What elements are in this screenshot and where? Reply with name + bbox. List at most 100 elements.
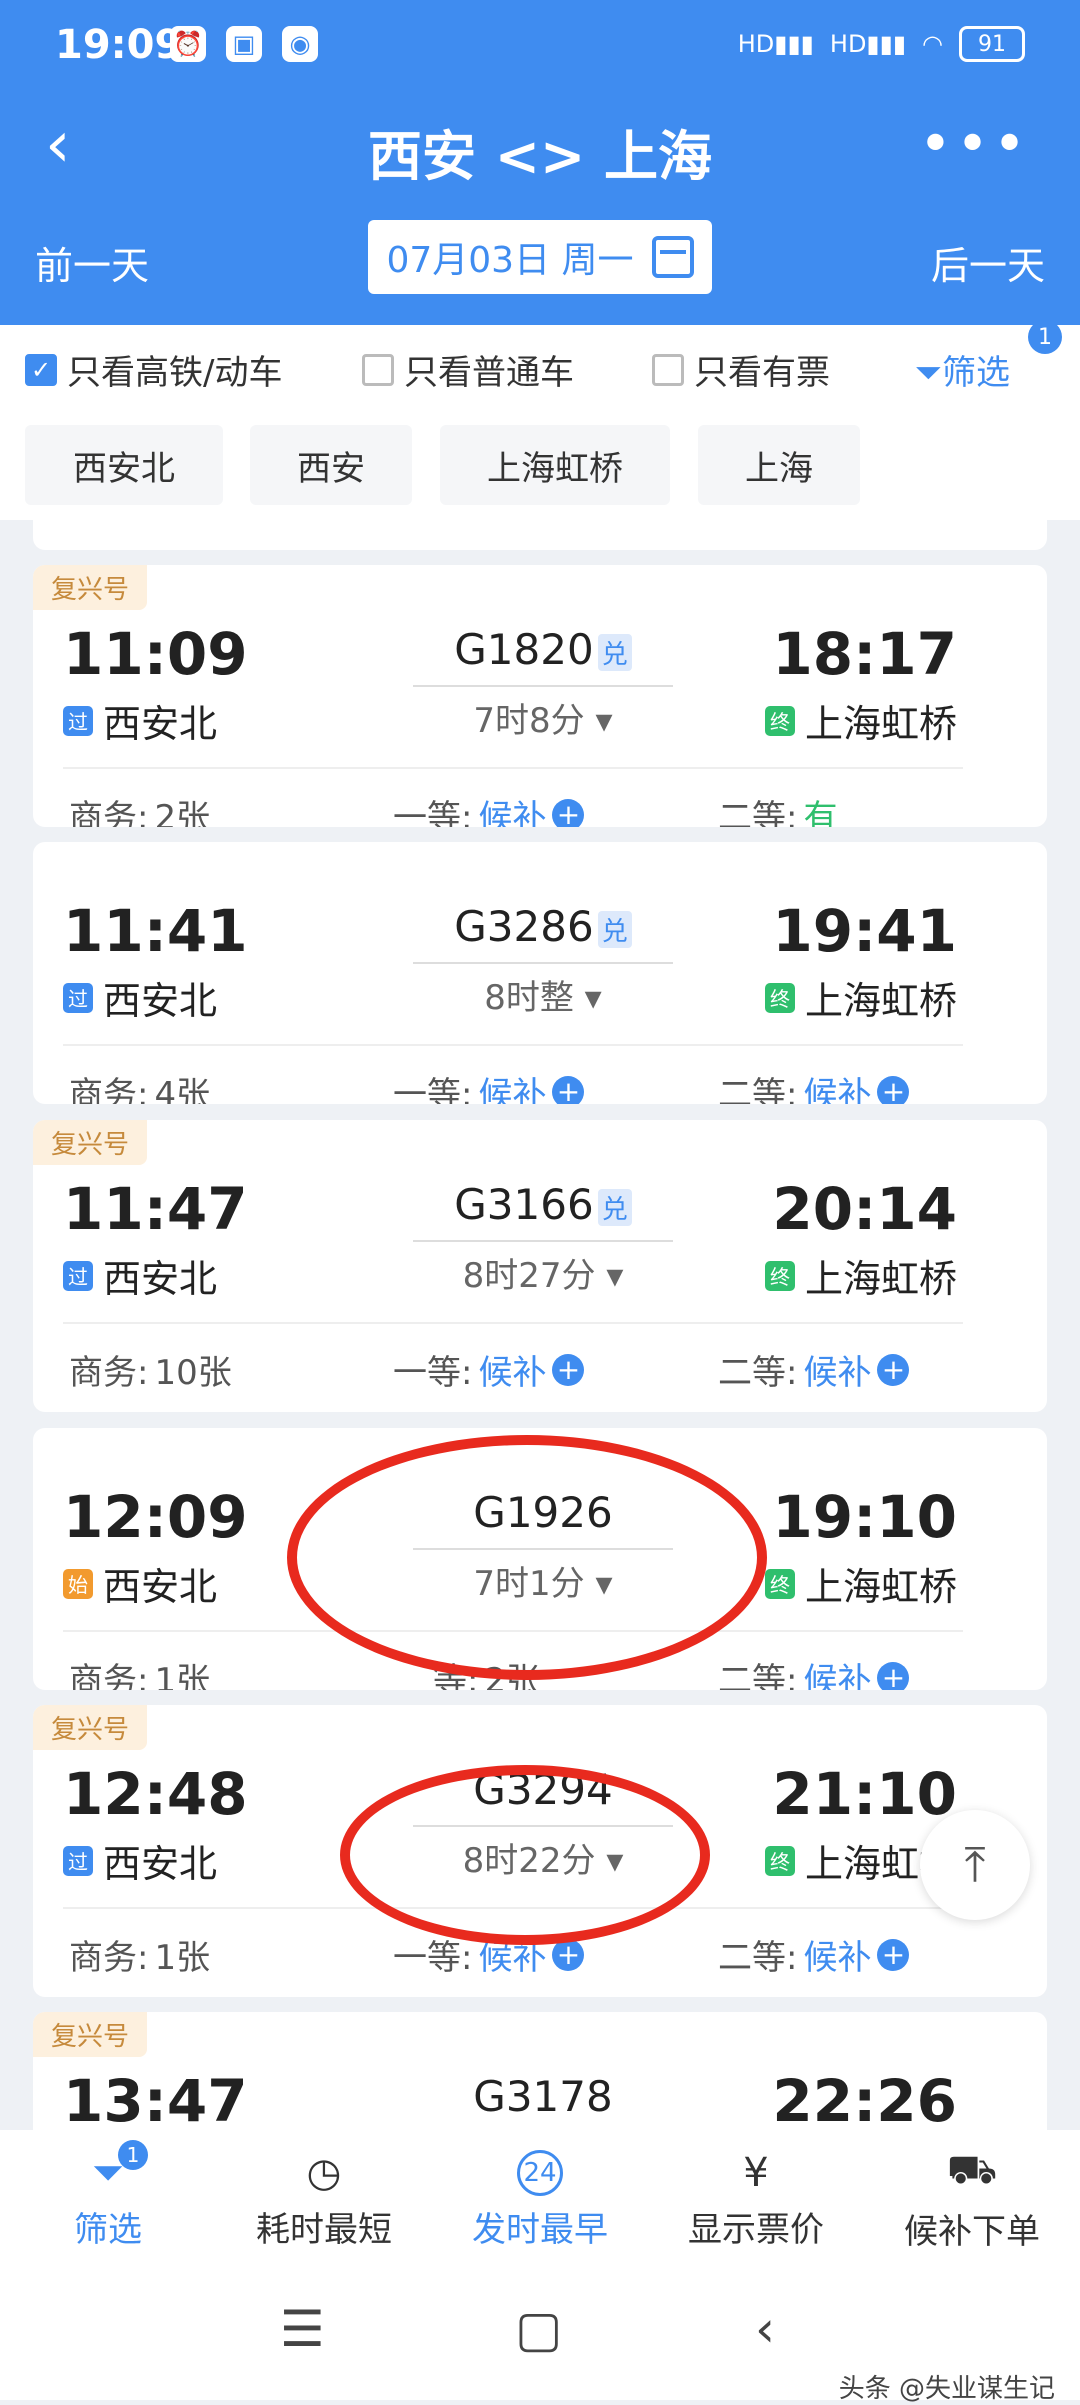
departure-time: 11:41 — [63, 897, 248, 965]
fuxing-badge: 复兴号 — [33, 2012, 148, 2057]
station-chip-xian[interactable]: 西安 — [250, 425, 412, 505]
station-chip-xian-north[interactable]: 西安北 — [25, 425, 223, 505]
yen-icon: ¥ — [743, 2149, 769, 2196]
calendar-icon — [651, 236, 694, 278]
seat-business: 商务: 1张 — [69, 1938, 211, 1978]
pass-tag: 过 — [63, 1260, 93, 1291]
status-time: 19:09 — [55, 22, 183, 68]
station-chip-shanghai[interactable]: 上海 — [698, 425, 860, 505]
filter-high-speed-only[interactable]: ✓ 只看高铁/动车 — [25, 345, 282, 394]
departure-station: 过西安北 — [63, 693, 217, 748]
stopwatch-icon: ◷ — [306, 2149, 342, 2196]
arrival-time: 18:17 — [772, 620, 957, 688]
seat-business: 商务: 1张 — [69, 1661, 211, 1690]
seat-second-class[interactable]: 二等: 候补 + — [718, 1067, 910, 1104]
plus-icon: + — [552, 1075, 585, 1104]
annotation-circle — [340, 1765, 710, 1945]
seat-second-class[interactable]: 二等: 候补 + — [718, 1653, 910, 1690]
arrival-station: 终上海虹桥 — [764, 1248, 957, 1303]
more-button[interactable]: ••• — [919, 112, 1030, 177]
arrival-time: 22:26 — [772, 2067, 957, 2130]
arrival-station: 终上海虹桥 — [764, 693, 957, 748]
seat-second-class[interactable]: 二等: 候补 + — [718, 1345, 910, 1394]
checkbox-icon: ✓ — [25, 353, 57, 386]
menu-icon[interactable]: ☰ — [280, 2300, 325, 2358]
duration[interactable]: 7时8分 ▾ — [413, 693, 673, 742]
station-chip-shanghai-hongqiao[interactable]: 上海虹桥 — [440, 425, 670, 505]
funnel-icon: ⏷ — [914, 353, 942, 393]
seat-business: 商务: 2张 — [69, 798, 211, 827]
departure-station: 始西安北 — [63, 1556, 217, 1611]
terminal-tag: 终 — [764, 705, 795, 736]
redeem-badge: 兑 — [597, 911, 632, 948]
departure-time: 13:47 — [63, 2067, 248, 2130]
train-card[interactable]: 复兴号 13:47 G3178 22:26 — [33, 2012, 1047, 2130]
annotation-circle — [287, 1435, 767, 1680]
arrival-station: 终上海虹桥 — [764, 970, 957, 1025]
plus-icon: + — [877, 1075, 910, 1104]
divider — [413, 685, 673, 687]
filter-button[interactable]: ⏷筛选 — [915, 345, 1010, 394]
nav-filter[interactable]: ⏷ 筛选 1 — [0, 2130, 216, 2270]
departure-time: 11:09 — [63, 620, 248, 688]
seat-business: 商务: 4张 — [69, 1075, 211, 1104]
app-notification-icon: ▣ — [226, 26, 262, 62]
departure-station: 过西安北 — [63, 1833, 217, 1888]
pass-tag: 过 — [63, 982, 93, 1013]
seat-first-class[interactable]: 一等: 候补 + — [393, 790, 585, 827]
nav-waitlist-order[interactable]: ⛟ 候补下单 — [864, 2130, 1080, 2270]
filter-available-only[interactable]: 只看有票 — [652, 345, 830, 394]
duration[interactable]: 8时27分 ▾ — [413, 1248, 673, 1297]
prev-day-button[interactable]: 前一天 — [35, 235, 149, 290]
divider — [63, 767, 963, 769]
pass-tag: 过 — [63, 1845, 93, 1876]
scroll-to-top-button[interactable]: ⤒ — [920, 1810, 1030, 1920]
seat-first-class[interactable]: 一等: 候补 + — [393, 1345, 585, 1394]
train-number: G3286 兑 — [413, 902, 673, 951]
back-icon[interactable]: ‹ — [755, 2300, 775, 2358]
date-picker[interactable]: 07月03日 周一 — [368, 220, 712, 294]
departure-station: 过西安北 — [63, 1248, 217, 1303]
divider — [63, 1044, 963, 1046]
train-number: G1820 兑 — [413, 625, 673, 674]
fuxing-badge: 复兴号 — [33, 1120, 148, 1165]
next-day-button[interactable]: 后一天 — [931, 235, 1045, 290]
plus-icon: + — [552, 798, 585, 827]
wifi-icon: ◠ — [922, 30, 943, 58]
pass-tag: 过 — [63, 705, 93, 736]
departure-time: 12:48 — [63, 1760, 248, 1828]
departure-time: 12:09 — [63, 1483, 248, 1551]
seat-first-class[interactable]: 一等: 候补 + — [393, 1067, 585, 1104]
app-notification-icon-2: ◉ — [282, 26, 318, 62]
redeem-badge: 兑 — [597, 634, 632, 671]
terminal-tag: 终 — [764, 1260, 795, 1291]
train-card[interactable]: 11:41 G3286 兑 8时整 ▾ 19:41 过西安北 终上海虹桥 商务: 4… — [33, 842, 1047, 1104]
watermark: 头条 @失业谋生记 — [838, 2374, 1055, 2404]
nav-badge: 1 — [118, 2140, 148, 2170]
terminal-tag: 终 — [764, 1568, 795, 1599]
divider — [413, 1240, 673, 1242]
plus-icon: + — [877, 1938, 910, 1971]
bottom-nav: ⏷ 筛选 1 ◷ 耗时最短 24 发时最早 ¥ 显示票价 ⛟ 候补下单 — [0, 2130, 1080, 2270]
nav-show-price[interactable]: ¥ 显示票价 — [648, 2130, 864, 2270]
clock-24-icon: 24 — [517, 2149, 563, 2196]
seat-second-class[interactable]: 二等: 有 — [718, 790, 837, 827]
seat-second-class[interactable]: 二等: 候补 + — [718, 1930, 910, 1979]
train-card[interactable]: 复兴号 11:47 G3166 兑 8时27分 ▾ 20:14 过西安北 终上海虹… — [33, 1120, 1047, 1412]
nav-shortest-duration[interactable]: ◷ 耗时最短 — [216, 2130, 432, 2270]
fuxing-badge: 复兴号 — [33, 565, 148, 610]
signal-icon: HD▮▮▮ — [737, 30, 814, 58]
home-icon[interactable]: ▢ — [515, 2300, 562, 2358]
date-label: 07月03日 周一 — [386, 240, 634, 281]
train-number: G3178 — [473, 2072, 613, 2121]
arrival-time: 20:14 — [772, 1175, 957, 1243]
filter-badge: 1 — [1028, 320, 1062, 354]
header: 19:09 ⏰ ▣ ◉ HD▮▮▮ HD▮▮▮ ◠ 91 ‹ 西安 <> 上海 … — [0, 0, 1080, 325]
status-bar: 19:09 ⏰ ▣ ◉ HD▮▮▮ HD▮▮▮ ◠ 91 — [0, 0, 1080, 95]
filter-normal-only[interactable]: 只看普通车 — [362, 345, 574, 394]
nav-earliest-departure[interactable]: 24 发时最早 — [432, 2130, 648, 2270]
duration[interactable]: 8时整 ▾ — [413, 970, 673, 1019]
signal-icon-2: HD▮▮▮ — [829, 30, 907, 58]
arrival-time: 19:10 — [772, 1483, 957, 1551]
train-card[interactable]: 复兴号 11:09 G1820 兑 7时8分 ▾ 18:17 过西安北 终上海虹桥… — [33, 565, 1047, 827]
